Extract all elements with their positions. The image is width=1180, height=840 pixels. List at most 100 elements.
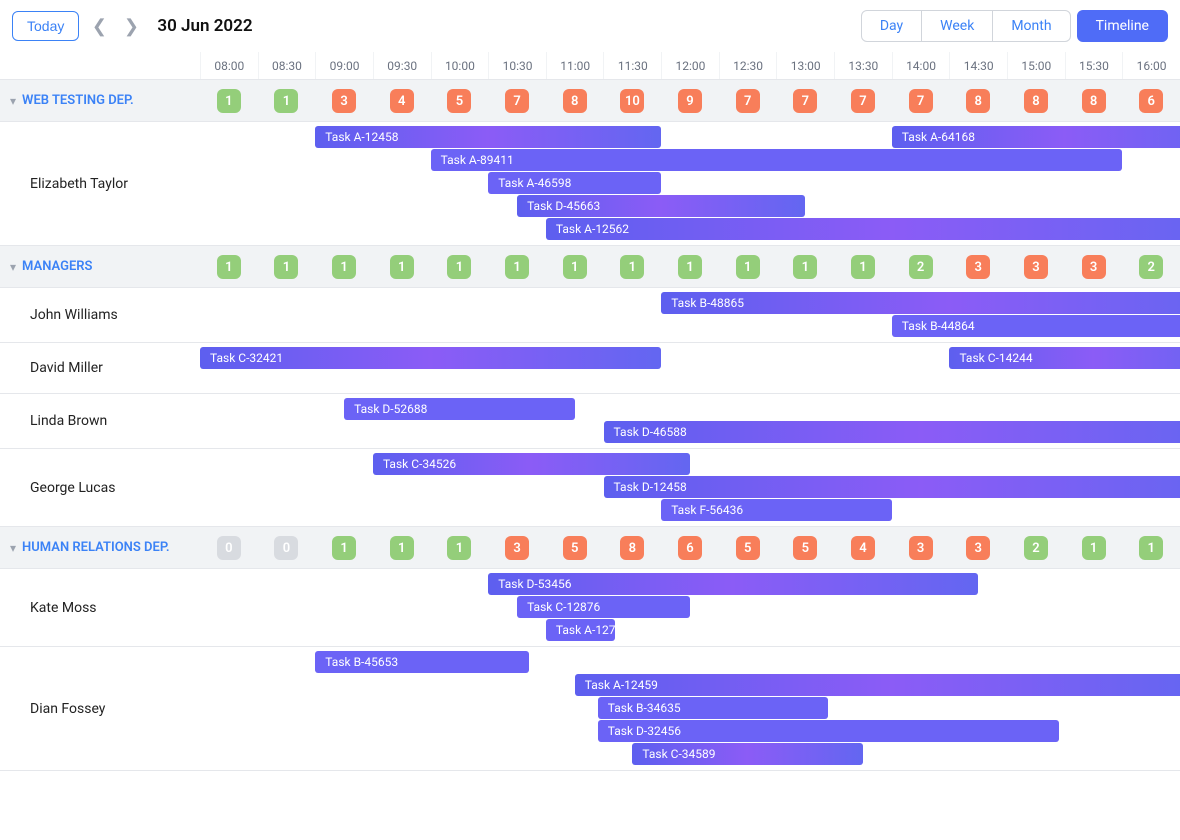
count-badge: 7	[793, 89, 817, 113]
tab-timeline[interactable]: Timeline	[1077, 10, 1168, 42]
person-row: John Williams Task B-48865Task B-44864	[0, 288, 1180, 343]
count-badge: 7	[505, 89, 529, 113]
count-badge: 1	[620, 255, 644, 279]
count-badge: 3	[966, 536, 990, 560]
count-badge: 1	[505, 255, 529, 279]
count-badge: 6	[1139, 89, 1163, 113]
count-badge: 1	[390, 255, 414, 279]
time-slot: 16:00	[1122, 52, 1180, 79]
task-bar[interactable]: Task D-12458	[604, 476, 1180, 498]
count-badge: 8	[1024, 89, 1048, 113]
time-slot: 13:00	[776, 52, 834, 79]
tab-day[interactable]: Day	[861, 10, 922, 42]
person-row: Linda Brown Task D-52688 Task D-46588	[0, 394, 1180, 449]
count-badge: 7	[851, 89, 875, 113]
chevron-down-icon[interactable]: ▾	[10, 541, 16, 555]
today-button[interactable]: Today	[12, 11, 79, 41]
count-badge: 1	[447, 255, 471, 279]
time-slot: 10:30	[488, 52, 546, 79]
count-badge: 3	[505, 536, 529, 560]
count-badge: 1	[793, 255, 817, 279]
time-slot: 10:00	[431, 52, 489, 79]
count-badge: 1	[274, 255, 298, 279]
task-bar[interactable]: Task D-45663	[517, 195, 805, 217]
person-row: George Lucas Task C-34526Task D-12458Tas…	[0, 449, 1180, 527]
count-badge: 6	[678, 536, 702, 560]
task-bar[interactable]: Task A-89411	[431, 149, 1123, 171]
task-bar[interactable]: Task D-53456	[488, 573, 978, 595]
time-slot: 12:00	[661, 52, 719, 79]
task-bar[interactable]: Task A-127	[546, 619, 615, 641]
chevron-down-icon[interactable]: ▾	[10, 260, 16, 274]
count-badge: 5	[447, 89, 471, 113]
count-badge: 1	[274, 89, 298, 113]
group-row: ▾ HUMAN RELATIONS DEP. 00111358655433211	[0, 527, 1180, 569]
count-badge: 5	[563, 536, 587, 560]
task-bar[interactable]: Task F-56436	[661, 499, 892, 521]
next-arrow-icon[interactable]: ❯	[119, 14, 143, 38]
group-label[interactable]: HUMAN RELATIONS DEP.	[22, 540, 170, 555]
count-badge: 1	[678, 255, 702, 279]
tab-month[interactable]: Month	[992, 10, 1070, 42]
count-badge: 2	[909, 255, 933, 279]
time-slot: 11:00	[546, 52, 604, 79]
task-bar[interactable]: Task B-34635	[598, 697, 829, 719]
task-bar[interactable]: Task B-45653	[315, 651, 528, 673]
count-badge: 4	[390, 89, 414, 113]
time-slot: 09:30	[373, 52, 431, 79]
task-bar[interactable]: Task D-46588	[604, 421, 1180, 443]
current-date: 30 Jun 2022	[157, 16, 252, 36]
task-bar[interactable]: Task B-48865	[661, 292, 1180, 314]
task-bar[interactable]: Task D-52688	[344, 398, 575, 420]
count-badge: 1	[217, 89, 241, 113]
count-badge: 9	[678, 89, 702, 113]
person-name: David Miller	[10, 360, 103, 376]
count-badge: 1	[390, 536, 414, 560]
task-bar[interactable]: Task D-32456	[598, 720, 1059, 742]
count-badge: 1	[851, 255, 875, 279]
count-badge: 7	[909, 89, 933, 113]
tab-week[interactable]: Week	[921, 10, 993, 42]
time-slot: 12:30	[719, 52, 777, 79]
count-badge: 1	[217, 255, 241, 279]
group-row: ▾ MANAGERS 11111111111123332	[0, 246, 1180, 288]
person-name: Linda Brown	[10, 413, 107, 429]
time-slot: 08:30	[258, 52, 316, 79]
chevron-down-icon[interactable]: ▾	[10, 94, 16, 108]
task-bar[interactable]: Task C-14244	[949, 347, 1180, 369]
time-slot: 14:30	[949, 52, 1007, 79]
time-slot: 09:00	[315, 52, 373, 79]
task-bar[interactable]: Task C-32421	[200, 347, 661, 369]
time-slot: 08:00	[200, 52, 258, 79]
person-name: Elizabeth Taylor	[10, 176, 128, 192]
prev-arrow-icon[interactable]: ❮	[87, 14, 111, 38]
time-slot: 13:30	[834, 52, 892, 79]
count-badge: 3	[966, 255, 990, 279]
count-badge: 7	[736, 89, 760, 113]
task-bar[interactable]: Task A-12459	[575, 674, 1180, 696]
task-bar[interactable]: Task A-12458	[315, 126, 661, 148]
count-badge: 1	[332, 255, 356, 279]
time-slot: 11:30	[603, 52, 661, 79]
count-badge: 3	[332, 89, 356, 113]
person-row: Elizabeth Taylor Task A-12458 Task A-6416…	[0, 122, 1180, 246]
group-label[interactable]: WEB TESTING DEP.	[22, 93, 134, 108]
person-name: Dian Fossey	[10, 701, 105, 717]
task-bar[interactable]: Task A-46598	[488, 172, 661, 194]
group-label[interactable]: MANAGERS	[22, 259, 92, 274]
group-row: ▾ WEB TESTING DEP. 113457810977778886	[0, 80, 1180, 122]
count-badge: 2	[1139, 255, 1163, 279]
timeline-grid: 08:0008:3009:0009:3010:0010:3011:0011:30…	[0, 52, 1180, 771]
task-bar[interactable]: Task C-34526	[373, 453, 690, 475]
person-name: Kate Moss	[10, 600, 97, 616]
person-row: Dian Fossey Task B-45653Task A-12459Task…	[0, 647, 1180, 771]
count-badge: 3	[1082, 255, 1106, 279]
time-header: 08:0008:3009:0009:3010:0010:3011:0011:30…	[0, 52, 1180, 80]
task-bar[interactable]: Task C-12876	[517, 596, 690, 618]
task-bar[interactable]: Task B-44864	[892, 315, 1180, 337]
task-bar[interactable]: Task C-34589	[632, 743, 863, 765]
person-name: John Williams	[10, 307, 118, 323]
count-badge: 8	[563, 89, 587, 113]
task-bar[interactable]: Task A-64168	[892, 126, 1180, 148]
task-bar[interactable]: Task A-12562	[546, 218, 1180, 240]
